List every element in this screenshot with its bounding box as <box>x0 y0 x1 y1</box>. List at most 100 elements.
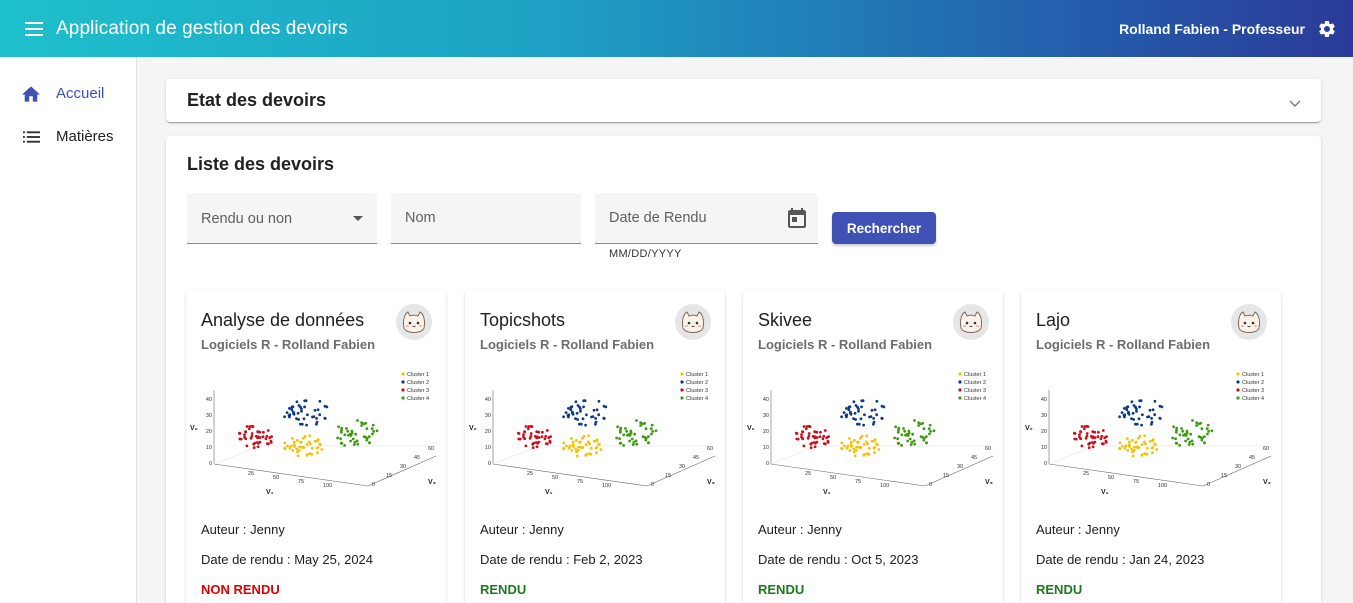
svg-text:50: 50 <box>552 475 558 481</box>
svg-text:V₂: V₂ <box>1025 425 1033 432</box>
user-label: Rolland Fabien - Professeur <box>1119 20 1305 37</box>
app-title: Application de gestion des devoirs <box>56 17 348 39</box>
status-badge: NON RENDU <box>201 582 280 597</box>
svg-text:20: 20 <box>1041 429 1047 435</box>
status-badge: RENDU <box>1036 582 1083 597</box>
svg-text:45: 45 <box>693 455 699 461</box>
assignment-card[interactable]: Skivee Logiciels R - Rolland Fabien 0 10 2… <box>743 290 1003 603</box>
sidebar: Accueil Matières <box>0 57 137 603</box>
state-panel-header[interactable]: Etat des devoirs <box>166 79 1321 122</box>
svg-text:20: 20 <box>206 429 212 435</box>
svg-text:V₁: V₁ <box>823 489 831 495</box>
card-title: Analyse de données <box>201 310 365 330</box>
sidebar-item-matieres[interactable]: Matières <box>0 115 136 158</box>
sidebar-item-label: Accueil <box>56 85 105 102</box>
svg-text:0: 0 <box>929 482 932 488</box>
svg-text:Cluster 2: Cluster 2 <box>964 380 986 386</box>
status-badge: RENDU <box>758 582 805 597</box>
nom-field[interactable] <box>391 193 581 244</box>
assignment-card[interactable]: Analyse de données Logiciels R - Rolland… <box>186 290 446 603</box>
svg-text:Cluster 1: Cluster 1 <box>1242 372 1264 378</box>
svg-text:Cluster 3: Cluster 3 <box>1242 388 1264 394</box>
svg-text:0: 0 <box>651 482 654 488</box>
svg-text:30: 30 <box>1041 413 1047 419</box>
nom-input[interactable] <box>391 193 581 243</box>
card-due-date: Date de rendu : Feb 2, 2023 <box>480 552 643 567</box>
chevron-down-icon <box>1289 95 1301 113</box>
rendu-select[interactable]: Rendu ou non <box>187 193 377 244</box>
menu-icon[interactable] <box>22 17 46 41</box>
assignment-card[interactable]: Lajo Logiciels R - Rolland Fabien 0 10 20 3… <box>1021 290 1281 603</box>
svg-text:10: 10 <box>485 445 491 451</box>
calendar-icon[interactable] <box>788 208 806 233</box>
card-subtitle: Logiciels R - Rolland Fabien <box>1036 337 1211 352</box>
svg-text:30: 30 <box>400 464 406 470</box>
dropdown-arrow-icon <box>353 216 363 221</box>
avatar <box>1231 304 1267 340</box>
svg-text:30: 30 <box>763 413 769 419</box>
gear-icon[interactable] <box>1315 17 1339 41</box>
svg-text:Cluster 3: Cluster 3 <box>686 388 708 394</box>
svg-text:V₁: V₁ <box>266 489 274 495</box>
card-author: Auteur : Jenny <box>480 522 564 537</box>
svg-text:40: 40 <box>485 397 491 403</box>
svg-text:V₂: V₂ <box>747 425 755 432</box>
sidebar-item-label: Matières <box>56 128 114 145</box>
card-title: Lajo <box>1036 310 1071 330</box>
svg-text:10: 10 <box>206 445 212 451</box>
top-toolbar: Application de gestion des devoirs Rolla… <box>0 0 1353 57</box>
svg-text:10: 10 <box>1041 445 1047 451</box>
svg-text:15: 15 <box>943 473 949 479</box>
card-subtitle: Logiciels R - Rolland Fabien <box>480 337 655 352</box>
card-cluster-plot-image: 0 10 20 30 40 25 50 75 100 0 15 30 45 60 V₂ V₁ V₃ Clu… <box>743 370 1003 496</box>
svg-text:Cluster 3: Cluster 3 <box>407 388 429 394</box>
svg-text:V₃: V₃ <box>707 479 715 486</box>
svg-text:15: 15 <box>1221 473 1227 479</box>
status-badge: RENDU <box>480 582 527 597</box>
list-icon <box>21 127 41 147</box>
svg-text:45: 45 <box>971 455 977 461</box>
svg-text:0: 0 <box>372 482 375 488</box>
svg-text:25: 25 <box>1083 471 1089 477</box>
svg-text:30: 30 <box>1235 464 1241 470</box>
svg-text:50: 50 <box>830 475 836 481</box>
assignment-card[interactable]: Topicshots Logiciels R - Rolland Fabien … <box>465 290 725 603</box>
svg-text:30: 30 <box>485 413 491 419</box>
date-format-hint: MM/DD/YYYY <box>609 248 682 260</box>
svg-text:60: 60 <box>707 446 713 452</box>
svg-text:V₁: V₁ <box>1101 489 1109 495</box>
avatar <box>396 304 432 340</box>
svg-text:Cluster 1: Cluster 1 <box>964 372 986 378</box>
date-field[interactable] <box>595 193 818 244</box>
svg-text:50: 50 <box>273 475 279 481</box>
svg-text:60: 60 <box>428 446 434 452</box>
sidebar-item-accueil[interactable]: Accueil <box>0 72 136 115</box>
home-icon <box>21 84 41 104</box>
card-subtitle: Logiciels R - Rolland Fabien <box>758 337 933 352</box>
svg-text:45: 45 <box>414 455 420 461</box>
svg-text:15: 15 <box>386 473 392 479</box>
card-due-date: Date de rendu : May 25, 2024 <box>201 552 374 567</box>
svg-text:75: 75 <box>1133 479 1139 485</box>
svg-text:50: 50 <box>1108 475 1114 481</box>
card-due-date: Date de rendu : Oct 5, 2023 <box>758 552 919 567</box>
card-title: Topicshots <box>480 310 566 330</box>
svg-text:V₁: V₁ <box>545 489 553 495</box>
rendu-select-value: Rendu ou non <box>201 211 293 227</box>
svg-text:Cluster 4: Cluster 4 <box>1242 396 1264 402</box>
svg-text:25: 25 <box>527 471 533 477</box>
card-cluster-plot-image: 0 10 20 30 40 25 50 75 100 0 15 30 45 60 V₂ V₁ V₃ Clu… <box>186 370 446 496</box>
svg-text:75: 75 <box>298 479 304 485</box>
svg-text:V₂: V₂ <box>469 425 477 432</box>
search-button[interactable]: Rechercher <box>832 212 936 244</box>
date-input[interactable] <box>595 193 818 243</box>
svg-text:V₃: V₃ <box>1263 479 1271 486</box>
svg-text:60: 60 <box>985 446 991 452</box>
svg-text:V₃: V₃ <box>985 479 993 486</box>
avatar <box>675 304 711 340</box>
card-due-date: Date de rendu : Jan 24, 2023 <box>1036 552 1205 567</box>
svg-text:0: 0 <box>766 461 769 467</box>
svg-text:Cluster 2: Cluster 2 <box>1242 380 1264 386</box>
svg-text:100: 100 <box>602 483 611 489</box>
list-title: Liste des devoirs <box>187 154 335 174</box>
